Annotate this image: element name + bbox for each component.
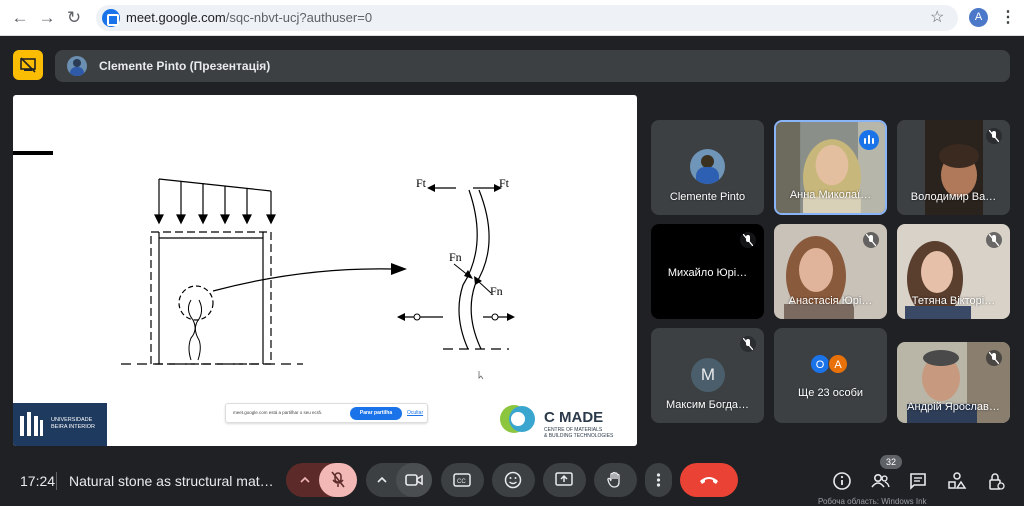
muted-mic-icon <box>986 128 1002 144</box>
participant-name: Михайло Юрі… <box>667 267 748 279</box>
participant-tile[interactable]: Тетяна Вікторі… <box>897 224 1010 319</box>
captions-icon: CC <box>453 473 471 487</box>
microphone-toggle-button[interactable] <box>319 463 357 497</box>
participant-name: Clemente Pinto <box>669 191 746 203</box>
participant-name: Володимир Ва… <box>910 191 997 203</box>
more-participants-label: Ще 23 особи <box>797 387 864 399</box>
mic-options-chevron-icon[interactable] <box>299 475 311 485</box>
fn-top-label: Fn <box>449 250 462 264</box>
more-vert-icon <box>656 473 661 487</box>
camera-icon <box>405 474 423 486</box>
slide-diagram: Ft Ft Fn Fn <box>13 151 515 380</box>
present-screen-button[interactable] <box>543 463 586 497</box>
participant-name: Максим Богда… <box>666 399 749 411</box>
participant-name: Андрій Ярослав… <box>907 401 1000 413</box>
participant-tile[interactable]: Володимир Ва… <box>897 120 1010 215</box>
svg-text:CC: CC <box>457 479 466 485</box>
cmade-subtitle-line-2: & BUILDING TECHNOLOGIES <box>544 433 614 439</box>
mini-avatar: A <box>828 354 848 374</box>
hang-up-icon <box>700 477 718 484</box>
presentation-slide: Ft Ft Fn Fn UNIVERSIDADE BEIRA INTERIOR … <box>13 95 637 446</box>
present-icon <box>555 472 573 486</box>
university-line-2: BEIRA INTERIOR <box>51 424 96 430</box>
participant-avatar <box>690 149 725 184</box>
chat-icon[interactable] <box>908 471 928 491</box>
meeting-details-icon[interactable] <box>832 471 852 491</box>
browser-menu-icon[interactable]: ⋮ <box>1000 7 1016 27</box>
share-notice-text: meet.google.com está a partilhar o seu e… <box>233 410 323 415</box>
mini-avatar: O <box>810 354 830 374</box>
muted-mic-icon <box>740 336 756 352</box>
participant-name: Анна Миколаї… <box>789 189 872 201</box>
raise-hand-button[interactable] <box>594 463 637 497</box>
more-participants-avatars: O A <box>810 354 850 374</box>
participant-name: Тетяна Вікторі… <box>911 295 996 307</box>
host-controls-lock-icon[interactable] <box>986 471 1006 491</box>
back-icon[interactable]: ← <box>10 8 30 28</box>
meet-site-icon <box>102 9 120 27</box>
screen-share-notice: meet.google.com está a partilhar o seu e… <box>225 403 428 423</box>
participant-tile[interactable]: Михайло Юрі… <box>651 224 764 319</box>
browser-toolbar: ← → ↻ meet.google.com/sqc-nbvt-ucj?authu… <box>0 0 1024 36</box>
hide-notice-link[interactable]: Ocultar <box>407 410 423 416</box>
participant-tile[interactable]: Анастасія Юрі… <box>774 224 887 319</box>
emoji-icon <box>504 471 522 489</box>
presenter-chip[interactable]: Clemente Pinto (Презентація) <box>55 50 1010 82</box>
activities-icon[interactable] <box>947 471 967 491</box>
clock-divider <box>56 472 57 490</box>
hand-icon <box>607 471 620 488</box>
ft-left-label: Ft <box>416 176 427 190</box>
ft-right-label: Ft <box>499 176 510 190</box>
participant-avatar: M <box>691 358 725 392</box>
muted-mic-icon <box>986 232 1002 248</box>
profile-avatar[interactable]: A <box>969 8 988 27</box>
presenter-avatar <box>67 56 87 76</box>
address-bar[interactable]: meet.google.com/sqc-nbvt-ucj?authuser=0 <box>96 5 958 31</box>
camera-toggle-button[interactable] <box>396 463 432 497</box>
people-icon[interactable] <box>870 471 890 491</box>
presenter-name: Clemente Pinto (Презентація) <box>99 59 271 73</box>
participant-tile-speaking[interactable]: Анна Миколаї… <box>774 120 887 215</box>
cmade-title: C MADE <box>544 409 604 426</box>
more-options-button[interactable] <box>645 463 672 497</box>
participant-tile[interactable]: M Максим Богда… <box>651 328 764 423</box>
leave-call-button[interactable] <box>680 463 738 497</box>
cmade-logo-icon <box>500 405 535 433</box>
muted-mic-icon <box>986 350 1002 366</box>
university-logo: UNIVERSIDADE BEIRA INTERIOR <box>13 403 107 446</box>
muted-mic-icon <box>740 232 756 248</box>
captions-button[interactable]: CC <box>441 463 484 497</box>
reactions-button[interactable] <box>492 463 535 497</box>
mic-off-icon <box>331 471 345 488</box>
participant-tile[interactable]: Андрій Ярослав… <box>897 342 1010 423</box>
muted-mic-icon <box>863 232 879 248</box>
fn-bottom-label: Fn <box>490 284 503 298</box>
presentation-indicator-icon[interactable] <box>13 50 43 80</box>
forward-icon[interactable]: → <box>37 8 57 28</box>
meeting-title: Natural stone as structural mate… <box>69 473 279 489</box>
reload-icon[interactable]: ↻ <box>64 8 84 28</box>
people-count-badge: 32 <box>880 455 902 469</box>
meeting-clock: 17:24 <box>20 473 56 489</box>
url-text: meet.google.com/sqc-nbvt-ucj?authuser=0 <box>126 10 373 25</box>
bookmark-star-icon[interactable]: ☆ <box>930 7 944 27</box>
ubi-mark-icon <box>20 412 43 436</box>
speaking-indicator-icon <box>859 130 879 150</box>
camera-options-chevron-icon[interactable] <box>376 475 388 485</box>
participant-tile[interactable]: Clemente Pinto <box>651 120 764 215</box>
cmade-subtitle: CENTRE OF MATERIALS & BUILDING TECHNOLOG… <box>544 427 613 439</box>
more-participants-tile[interactable]: O A Ще 23 особи <box>774 328 887 423</box>
participant-name: Анастасія Юрі… <box>788 295 873 307</box>
university-name: UNIVERSIDADE BEIRA INTERIOR <box>51 417 95 431</box>
stop-sharing-button[interactable]: Parar partilha <box>350 407 402 420</box>
university-line-1: UNIVERSIDADE <box>51 417 93 423</box>
